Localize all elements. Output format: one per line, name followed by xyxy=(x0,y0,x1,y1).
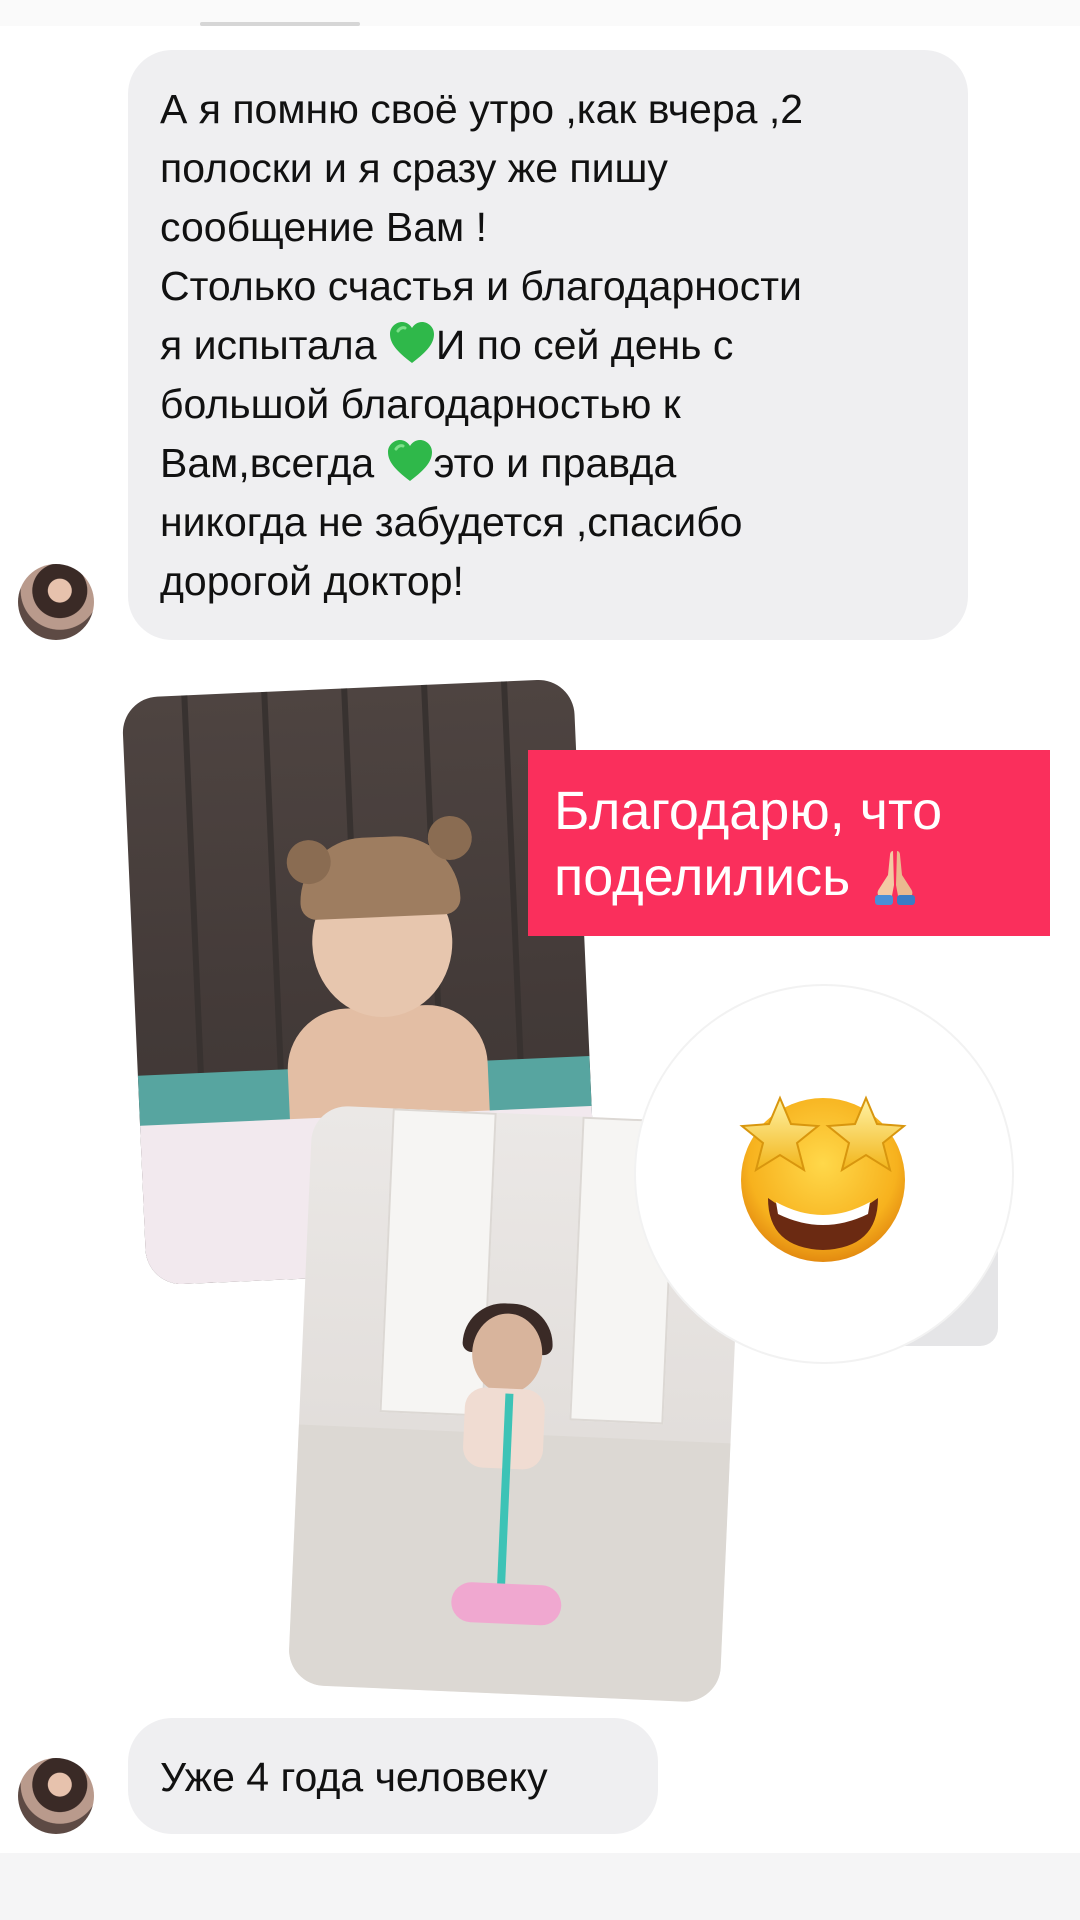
message-text: Уже 4 года человеку xyxy=(160,1754,548,1800)
message-line: А я помню своё утро ,как вчера ,2 xyxy=(160,86,804,132)
message-line: никогда не забудется ,спасибо xyxy=(160,499,743,545)
message-text: А я помню своё утро ,как вчера ,2 полоск… xyxy=(160,80,934,611)
message-line: сообщение Вам ! xyxy=(160,204,487,250)
message-line: большой благодарностью к xyxy=(160,381,681,427)
folded-hands-icon xyxy=(875,851,916,905)
star-struck-emoji-icon xyxy=(739,1095,907,1262)
message-line: это и правда xyxy=(433,440,677,486)
message-line: Вам,всегда xyxy=(160,440,375,486)
avatar[interactable] xyxy=(18,564,94,640)
message-line: И по сей день с xyxy=(435,322,734,368)
message-line: Столько счастья и благодарности xyxy=(160,263,802,309)
sticker-line-2: поделились xyxy=(554,844,1024,910)
top-scroll-indicator xyxy=(200,22,360,26)
status-area xyxy=(0,0,1080,26)
message-bubble-2[interactable]: Уже 4 года человеку xyxy=(128,1718,658,1834)
green-heart-icon xyxy=(387,440,432,481)
message-line: я испытала xyxy=(160,322,377,368)
message-line: дорогой доктор! xyxy=(160,558,464,604)
sticker-line-1: Благодарю, что xyxy=(554,781,943,841)
sticker-line-2-text: поделились xyxy=(554,847,851,907)
message-bubble-1[interactable]: А я помню своё утро ,как вчера ,2 полоск… xyxy=(128,50,968,640)
green-heart-icon xyxy=(389,322,434,363)
message-line: полоски и я сразу же пишу xyxy=(160,145,668,191)
avatar[interactable] xyxy=(18,1758,94,1834)
thank-you-sticker: Благодарю, что поделились xyxy=(528,750,1050,936)
bottom-area xyxy=(0,1853,1080,1920)
